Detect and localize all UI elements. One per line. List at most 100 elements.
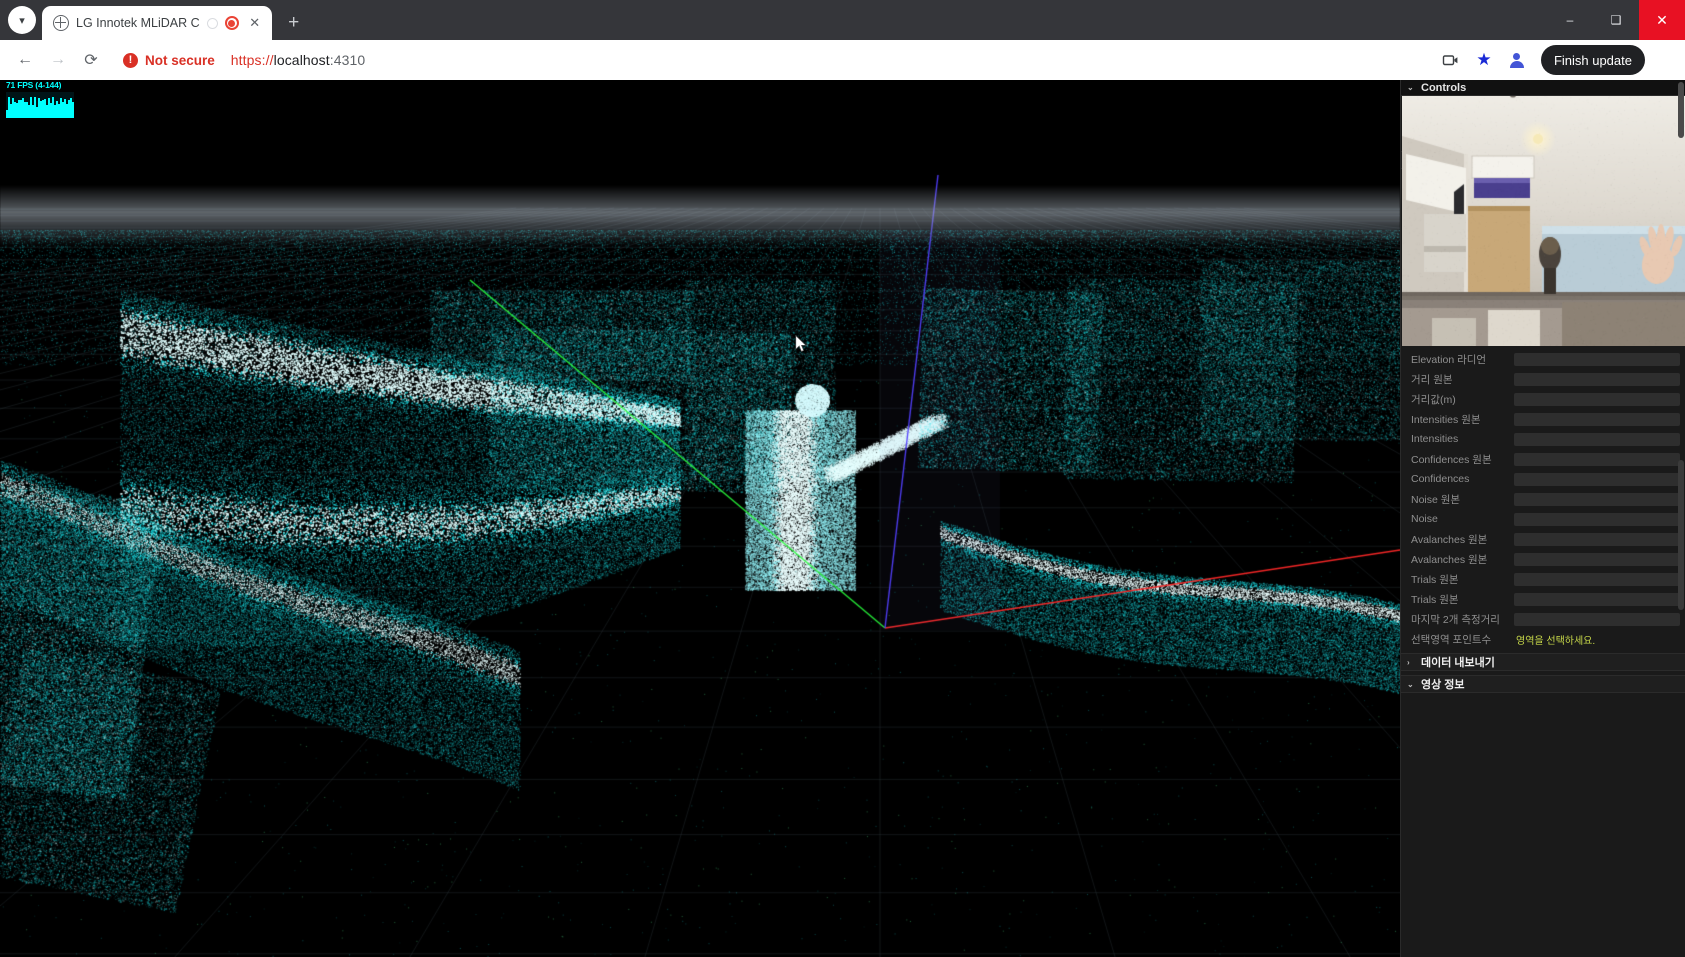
point-info-label: Noise 원본 (1411, 492, 1508, 507)
point-info-row: 마지막 2개 측정거리 (1401, 609, 1685, 629)
chevron-down-icon: ▾ (19, 14, 25, 27)
panel-scrollbar-thumb[interactable] (1678, 82, 1684, 138)
profile-avatar-icon[interactable] (1502, 45, 1532, 75)
video-preview-canvas (1402, 96, 1685, 346)
maximize-icon[interactable]: ❑ (1593, 0, 1639, 40)
reload-icon[interactable]: ⟳ (76, 45, 106, 75)
fps-label: 71 FPS (4-144) (6, 80, 78, 90)
point-info-label: 선택영역 포인트수 (1411, 632, 1508, 647)
panel-scrollbar-thumb-lower[interactable] (1678, 460, 1684, 610)
point-info-row: Confidences 원본 (1401, 449, 1685, 469)
tab-search-button[interactable]: ▾ (8, 6, 36, 34)
finish-update-button[interactable]: Finish update (1541, 45, 1645, 75)
point-info-row: Noise 원본 (1401, 489, 1685, 509)
video-section-header[interactable]: ⌄ 영상 정보 (1401, 675, 1685, 693)
point-info-label: Avalanches 원본 (1411, 532, 1508, 547)
pointcloud-viewport[interactable]: 71 FPS (4-144) (0, 80, 1400, 957)
point-info-label: Confidences (1411, 473, 1508, 485)
horizon-haze (0, 185, 1400, 247)
back-arrow-icon[interactable]: ← (10, 45, 40, 75)
export-section-header[interactable]: › 데이터 내보내기 (1401, 653, 1685, 671)
tab-strip: ▾ LG Innotek MLiDAR C ✕ + – ❑ ✕ (0, 0, 1685, 40)
forward-arrow-icon[interactable]: → (43, 45, 73, 75)
close-icon[interactable]: ✕ (246, 14, 264, 32)
screen-share-icon[interactable] (1436, 45, 1466, 75)
point-info-row: Trials 원본 (1401, 569, 1685, 589)
url-host: localhost (274, 52, 330, 68)
point-info-field[interactable] (1514, 593, 1680, 606)
point-info-field[interactable] (1514, 553, 1680, 566)
point-info-row: 거리값(m) (1401, 389, 1685, 409)
point-info-label: Confidences 원본 (1411, 452, 1508, 467)
point-info-field[interactable] (1514, 433, 1680, 446)
window-close-icon[interactable]: ✕ (1639, 0, 1685, 40)
point-info-field[interactable] (1514, 373, 1680, 386)
chevron-down-icon: ⌄ (1407, 680, 1416, 689)
globe-icon (53, 15, 69, 31)
point-info-field[interactable] (1514, 393, 1680, 406)
point-info-field[interactable] (1514, 413, 1680, 426)
export-title: 데이터 내보내기 (1421, 654, 1495, 670)
browser-window: ▾ LG Innotek MLiDAR C ✕ + – ❑ ✕ ← → ⟳ ! … (0, 0, 1685, 957)
security-status-label: Not secure (145, 53, 215, 68)
point-info-row: Trials 원본 (1401, 589, 1685, 609)
point-info-label: Trials 원본 (1411, 592, 1508, 607)
selection-count-note: 영역을 선택하세요. (1514, 633, 1680, 646)
point-info-field[interactable] (1514, 573, 1680, 586)
point-info-label: 거리값(m) (1411, 392, 1508, 407)
chevron-right-icon: › (1407, 658, 1416, 667)
minimize-icon[interactable]: – (1547, 0, 1593, 40)
point-info-label: Noise (1411, 513, 1508, 525)
point-info-label: Intensities (1411, 433, 1508, 445)
spinner-icon (207, 18, 218, 29)
star-icon[interactable]: ★ (1469, 45, 1499, 75)
mouse-cursor-icon (795, 335, 807, 353)
new-tab-button[interactable]: + (280, 9, 308, 37)
point-info-field[interactable] (1514, 493, 1680, 506)
avatar (1508, 52, 1525, 69)
point-info-field[interactable] (1514, 533, 1680, 546)
url-port: :4310 (330, 52, 366, 68)
point-info-row: 선택영역 포인트수 영역을 선택하세요. (1401, 629, 1685, 649)
browser-tab[interactable]: LG Innotek MLiDAR C ✕ (42, 6, 272, 40)
browser-toolbar: ← → ⟳ ! Not secure https://localhost:431… (0, 40, 1685, 80)
controls-panel-header[interactable]: ⌄ Controls (1401, 80, 1685, 96)
point-info-row: Intensities (1401, 429, 1685, 449)
page-content: 71 FPS (4-144) ⌄ Controls 영역 추가 영역 Clear… (0, 80, 1685, 957)
point-info-row: Intensities 원본 (1401, 409, 1685, 429)
point-info-field[interactable] (1514, 353, 1680, 366)
point-info-label: Intensities 원본 (1411, 412, 1508, 427)
address-bar[interactable]: ! Not secure https://localhost:4310 (117, 45, 1433, 75)
point-info-row: 거리 원본 (1401, 369, 1685, 389)
point-info-row: Avalanches 원본 (1401, 529, 1685, 549)
point-info-row: Confidences (1401, 469, 1685, 489)
not-secure-icon[interactable]: ! (123, 53, 138, 68)
point-info-field[interactable] (1514, 473, 1680, 486)
controls-title: Controls (1421, 82, 1466, 94)
point-info-label: Avalanches 원본 (1411, 552, 1508, 567)
video-preview[interactable] (1402, 96, 1685, 346)
point-info-field[interactable] (1514, 513, 1680, 526)
point-info-label: Elevation 라디언 (1411, 352, 1508, 367)
tab-title: LG Innotek MLiDAR C (76, 16, 200, 30)
record-indicator-icon (225, 16, 239, 30)
window-controls: – ❑ ✕ (1547, 0, 1685, 40)
video-title: 영상 정보 (1421, 676, 1465, 692)
fps-meter: 71 FPS (4-144) (6, 80, 78, 118)
controls-panel: ⌄ Controls 영역 추가 영역 Clear 선택 영역의 삭제 ⌄ 선택… (1400, 80, 1685, 957)
point-info-row: Noise (1401, 509, 1685, 529)
point-info-field[interactable] (1514, 613, 1680, 626)
plus-icon: + (288, 12, 299, 34)
toolbar-actions: ★ Finish update (1436, 45, 1675, 75)
point-info-row: Avalanches 원본 (1401, 549, 1685, 569)
kebab-menu-icon[interactable] (1649, 45, 1675, 75)
point-info-row: Elevation 라디언 (1401, 349, 1685, 369)
point-info-field[interactable] (1514, 453, 1680, 466)
point-info-label: Trials 원본 (1411, 572, 1508, 587)
url-scheme: https:// (231, 52, 274, 68)
chevron-down-icon: ⌄ (1407, 83, 1416, 92)
url-text: https://localhost:4310 (231, 52, 366, 68)
point-info-label: 마지막 2개 측정거리 (1411, 612, 1508, 627)
controls-scroll-area[interactable]: 영역 추가 영역 Clear 선택 영역의 삭제 ⌄ 선택한 1개 포인트 정보… (1401, 96, 1685, 957)
point-info-label: 거리 원본 (1411, 372, 1508, 387)
